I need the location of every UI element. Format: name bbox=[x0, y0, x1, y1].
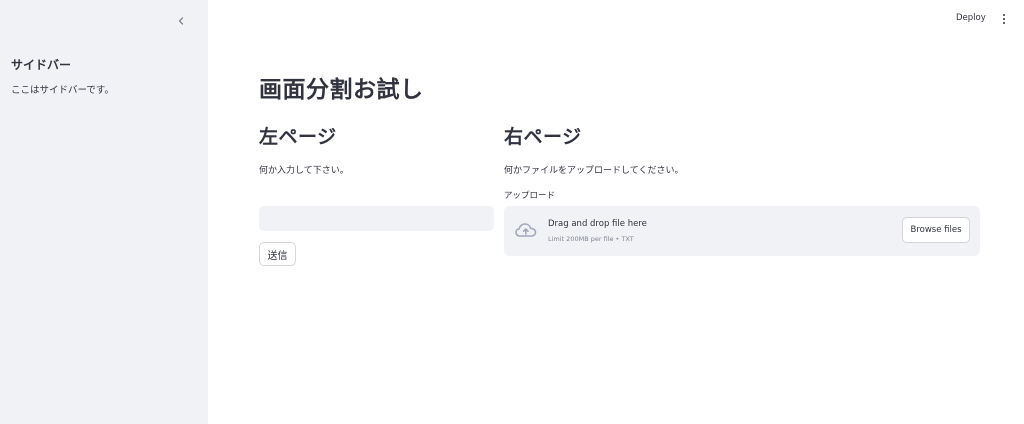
collapse-sidebar-button[interactable] bbox=[172, 12, 190, 30]
page-title: 画面分割お試し bbox=[259, 77, 424, 103]
left-page-text: 何か入力して下さい。 bbox=[259, 166, 349, 176]
sidebar-text: ここはサイドバーです。 bbox=[11, 85, 114, 96]
left-page-heading: 左ページ bbox=[259, 126, 337, 148]
dropzone-limit-text: Limit 200MB per file • TXT bbox=[548, 235, 634, 243]
sidebar-title: サイドバー bbox=[11, 58, 72, 72]
sidebar: サイドバー ここはサイドバーです。 bbox=[0, 0, 208, 424]
right-page-text: 何かファイルをアップロードしてください。 bbox=[504, 166, 684, 176]
chevron-left-icon bbox=[178, 17, 184, 25]
cloud-upload-icon bbox=[515, 223, 537, 237]
browse-files-button[interactable]: Browse files bbox=[902, 217, 970, 243]
file-dropzone[interactable]: Drag and drop file here Limit 200MB per … bbox=[504, 206, 980, 256]
upload-label: アップロード bbox=[504, 191, 556, 201]
deploy-button[interactable]: Deploy bbox=[956, 13, 986, 23]
app-root: サイドバー ここはサイドバーです。 Deploy 画面分割お試し 左ページ 何か… bbox=[0, 0, 1024, 424]
right-page-heading: 右ページ bbox=[504, 126, 582, 148]
kebab-menu-icon[interactable] bbox=[999, 12, 1009, 26]
submit-button[interactable]: 送信 bbox=[259, 242, 296, 266]
text-input[interactable] bbox=[259, 206, 494, 231]
dropzone-instructions: Drag and drop file here bbox=[548, 219, 647, 229]
